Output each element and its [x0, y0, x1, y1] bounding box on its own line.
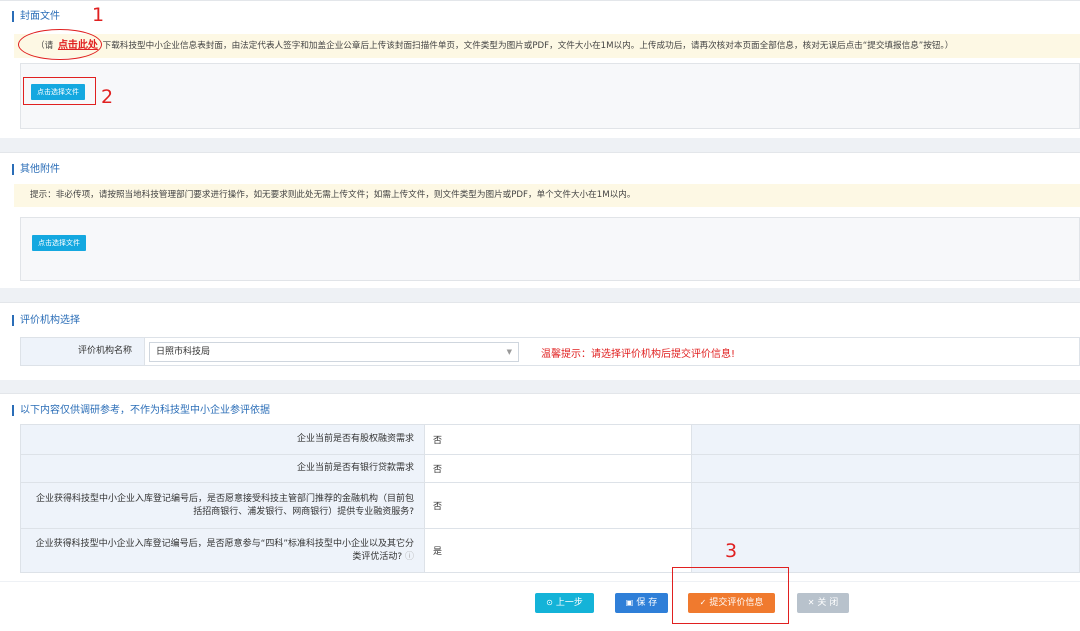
close-button[interactable]: ✕ 关 闭: [797, 593, 849, 613]
annotation-circle-1: [18, 29, 102, 60]
cover-panel: 封面文件 （请 点击此处 下载科技型中小企业信息表封面，由法定代表人签字和加盖企…: [0, 0, 1080, 138]
cover-note: （请 点击此处 下载科技型中小企业信息表封面，由法定代表人签字和加盖企业公章后上…: [14, 34, 1080, 58]
attachments-note: 提示：非必传项，请按照当地科技管理部门要求进行操作，如无要求则此处无需上传文件；…: [14, 184, 1080, 207]
table-row: 企业获得科技型中小企业入库登记编号后，是否愿意接受科技主管部门推荐的金融机构（目…: [20, 482, 1080, 529]
circle-arrow-icon: ⊙: [546, 598, 553, 607]
survey-table: 企业当前是否有股权融资需求 否 企业当前是否有银行贷款需求 否 企业获得科技型中…: [20, 424, 1080, 573]
survey-empty-cell: [691, 528, 1080, 573]
floppy-icon: ▣: [625, 598, 634, 607]
survey-question: 企业当前是否有银行贷款需求: [20, 454, 425, 483]
survey-question: 企业获得科技型中小企业入库登记编号后，是否愿意接受科技主管部门推荐的金融机构（目…: [20, 482, 425, 529]
survey-question: 企业当前是否有股权融资需求: [20, 424, 425, 455]
annotation-number-2: 2: [101, 86, 114, 108]
attachments-upload-button[interactable]: 点击选择文件: [32, 235, 86, 251]
survey-panel-title: 以下内容仅供调研参考，不作为科技型中小企业参评依据: [12, 405, 270, 416]
annotation-number-3: 3: [725, 540, 738, 562]
survey-empty-cell: [691, 454, 1080, 483]
agency-select[interactable]: 日照市科技局 ▼: [149, 342, 519, 362]
chevron-down-icon: ▼: [506, 348, 512, 356]
survey-question-cell: 企业获得科技型中小企业入库登记编号后，是否愿意参与“四科”标准科技型中小企业以及…: [20, 528, 425, 573]
close-button-label: 关 闭: [817, 598, 839, 608]
annotation-number-1: 1: [92, 4, 105, 26]
table-row: 企业当前是否有股权融资需求 否: [20, 424, 1080, 455]
survey-answer: 否: [424, 482, 692, 529]
survey-empty-cell: [691, 482, 1080, 529]
info-circle-icon[interactable]: ⓘ: [405, 552, 414, 562]
close-icon: ✕: [807, 598, 815, 607]
cover-panel-title: 封面文件: [12, 11, 60, 22]
table-row: 企业获得科技型中小企业入库登记编号后，是否愿意参与“四科”标准科技型中小企业以及…: [20, 528, 1080, 573]
prev-button[interactable]: ⊙ 上一步: [535, 593, 594, 613]
agency-form-row: 评价机构名称 日照市科技局 ▼ 温馨提示：请选择评价机构后提交评价信息!: [20, 337, 1080, 366]
survey-answer: 否: [424, 424, 692, 455]
attachments-panel-title: 其他附件: [12, 164, 60, 175]
cover-upload-area: 点击选择文件: [20, 63, 1080, 129]
save-button-label: 保 存: [636, 598, 658, 608]
table-row: 企业当前是否有银行贷款需求 否: [20, 454, 1080, 483]
agency-warning: 温馨提示：请选择评价机构后提交评价信息!: [541, 349, 736, 360]
attachments-panel: 其他附件 提示：非必传项，请按照当地科技管理部门要求进行操作，如无要求则此处无需…: [0, 152, 1080, 288]
agency-panel-title: 评价机构选择: [12, 315, 80, 326]
annotation-box-3: [672, 567, 789, 624]
survey-empty-cell: [691, 424, 1080, 455]
agency-select-value: 日照市科技局: [156, 347, 211, 357]
survey-answer: 否: [424, 454, 692, 483]
cover-note-suffix: 下载科技型中小企业信息表封面，由法定代表人签字和加盖企业公章后上传该封面扫描件单…: [102, 41, 954, 51]
prev-button-label: 上一步: [555, 598, 583, 608]
save-button[interactable]: ▣ 保 存: [615, 593, 668, 613]
agency-field-label: 评价机构名称: [21, 338, 145, 365]
survey-question: 企业获得科技型中小企业入库登记编号后，是否愿意参与“四科”标准科技型中小企业以及…: [35, 538, 414, 562]
annotation-box-2: [23, 77, 96, 105]
survey-answer: 是: [424, 528, 692, 573]
attachments-upload-area: 点击选择文件: [20, 217, 1080, 281]
